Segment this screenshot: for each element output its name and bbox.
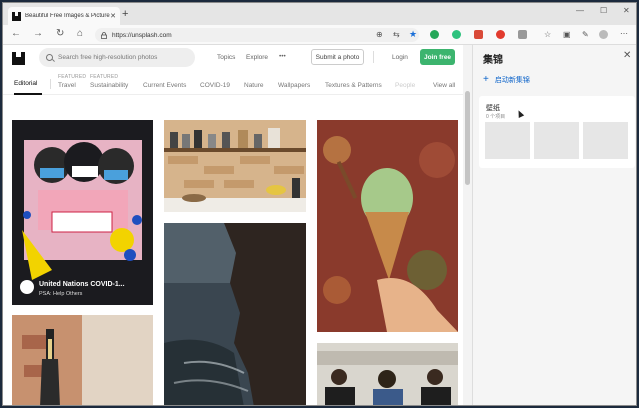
collection-thumbnail [583, 122, 628, 159]
collection-count: 0 个项目 [486, 114, 506, 120]
sponsored-title: United Nations COVID-1... [39, 281, 125, 288]
category-people[interactable]: People [395, 82, 415, 89]
category-sustainability[interactable]: Sustainability [90, 82, 128, 89]
favorites-bar-icon[interactable]: ☆ [544, 29, 551, 41]
divider [50, 79, 51, 89]
close-icon[interactable]: ✕ [623, 50, 631, 61]
new-collection-label: 启动新集锦 [494, 76, 530, 84]
category-travel[interactable]: Travel [58, 82, 76, 89]
collection-card[interactable]: 壁纸 0 个项目 [479, 96, 635, 168]
reader-icon[interactable]: ⊕ [376, 29, 383, 41]
url-text: https://unsplash.com [112, 31, 172, 39]
login-link[interactable]: Login [392, 54, 408, 61]
photo-bottle[interactable] [12, 315, 153, 405]
home-icon[interactable]: ⌂ [77, 28, 83, 40]
close-window-button[interactable]: ✕ [623, 6, 630, 15]
unsplash-page: Search free high-resolution photos Topic… [3, 45, 463, 405]
scrollbar-thumb[interactable] [465, 91, 470, 185]
profile-avatar-icon[interactable] [599, 30, 608, 39]
nav-explore[interactable]: Explore [246, 54, 268, 61]
lock-icon [101, 31, 107, 39]
more-menu-icon[interactable]: ⋯ [620, 28, 628, 40]
extension-opera-icon[interactable] [496, 30, 505, 39]
new-tab-button[interactable]: + [122, 9, 128, 20]
unsplash-logo-icon[interactable] [12, 52, 25, 65]
maximize-button[interactable]: ☐ [600, 6, 607, 15]
search-input[interactable]: Search free high-resolution photos [39, 48, 195, 67]
photo-bottle-image [12, 315, 153, 405]
submit-photo-button[interactable]: Submit a photo [311, 49, 364, 65]
search-icon [46, 54, 53, 61]
address-bar[interactable]: https://unsplash.com [95, 28, 419, 42]
panel-title: 集锦 [483, 55, 503, 66]
photo-ice-cream[interactable] [317, 120, 458, 332]
featured-label: FEATURED [90, 74, 119, 80]
photo-crowd-image [317, 343, 458, 405]
back-arrow-icon[interactable]: ← [11, 28, 21, 40]
category-wallpapers[interactable]: Wallpapers [278, 82, 310, 89]
un-logo-avatar [20, 280, 34, 294]
minimize-button[interactable]: — [576, 6, 584, 15]
category-covid[interactable]: COVID-19 [200, 82, 230, 89]
photo-ice-cream-image [317, 120, 458, 332]
unsplash-favicon-icon [12, 11, 21, 21]
collection-name: 壁纸 [486, 105, 500, 112]
extension-check-icon[interactable] [452, 30, 461, 39]
extension-puzzle-icon[interactable] [518, 30, 527, 39]
photo-kitchen-image [164, 120, 306, 212]
divider [373, 51, 374, 63]
photo-sponsored-un[interactable]: United Nations COVID-1... PSA: Help Othe… [12, 120, 153, 305]
tab-bar: Beautiful Free Images & Pictures ✕ + — ☐… [3, 3, 636, 25]
category-nature[interactable]: Nature [244, 82, 264, 89]
start-new-collection-button[interactable]: + 启动新集锦 [483, 74, 530, 85]
plus-icon: + [483, 74, 489, 85]
category-textures[interactable]: Textures & Patterns [325, 82, 382, 89]
collections-panel: 集锦 ✕ + 启动新集锦 壁纸 0 个项目 [472, 45, 636, 405]
active-category-underline [14, 93, 42, 95]
extension-office-icon[interactable] [474, 30, 483, 39]
extension-evernote-icon[interactable] [430, 30, 439, 39]
photo-coast-image [164, 223, 306, 405]
favorite-star-icon[interactable]: ★ [409, 28, 417, 40]
nav-topics[interactable]: Topics [217, 54, 235, 61]
illustration-people-masks [22, 140, 142, 280]
photo-kitchen[interactable] [164, 120, 306, 212]
address-bar-row: ← → ↻ ⌂ https://unsplash.com ⊕ ⇆ ★ ☆ ▣ ✎… [3, 25, 636, 45]
collection-thumbnail [534, 122, 579, 159]
tab-title: Beautiful Free Images & Pictures [25, 13, 111, 19]
share-icon[interactable]: ⇆ [393, 29, 400, 41]
nav-more-icon[interactable]: ••• [279, 53, 286, 60]
tab-unsplash[interactable]: Beautiful Free Images & Pictures ✕ [8, 7, 120, 25]
category-editorial[interactable]: Editorial [14, 80, 37, 87]
view-all-link[interactable]: View all [433, 82, 455, 89]
forward-arrow-icon[interactable]: → [33, 28, 43, 40]
category-nav: Editorial FEATURED Travel FEATURED Susta… [3, 71, 463, 95]
featured-label: FEATURED [58, 74, 87, 80]
collection-thumbnail [485, 122, 530, 159]
join-free-button[interactable]: Join free [420, 49, 455, 65]
search-placeholder: Search free high-resolution photos [58, 54, 158, 61]
page-scrollbar[interactable] [463, 45, 472, 405]
photo-crowd[interactable] [317, 343, 458, 405]
tab-close-icon[interactable]: ✕ [110, 12, 116, 20]
browser-window: Beautiful Free Images & Pictures ✕ + — ☐… [2, 2, 637, 406]
collections-icon[interactable]: ▣ [563, 29, 571, 41]
category-current-events[interactable]: Current Events [143, 82, 186, 89]
pen-icon[interactable]: ✎ [582, 29, 589, 41]
photo-coast[interactable] [164, 223, 306, 405]
sponsored-subtitle: PSA: Help Others [39, 291, 83, 297]
refresh-icon[interactable]: ↻ [56, 28, 64, 40]
